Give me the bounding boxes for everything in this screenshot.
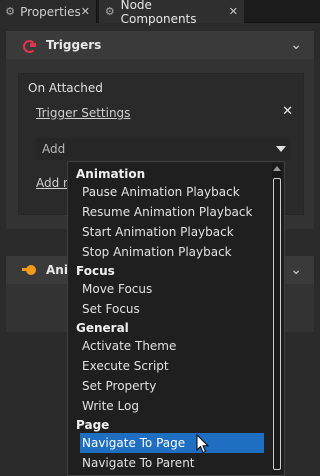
gear-icon: ⚙: [5, 5, 15, 18]
triggers-icon: [22, 38, 38, 53]
list-item[interactable]: Move Focus: [68, 279, 264, 299]
list-item[interactable]: Write Log: [68, 396, 264, 416]
list-item[interactable]: Pause Animation Playback: [68, 182, 264, 202]
mouse-cursor-icon: [196, 434, 210, 454]
list-item-selected[interactable]: Navigate To Page: [80, 433, 264, 453]
section-title: Triggers: [46, 38, 102, 52]
gear-icon: ⚙: [104, 5, 115, 18]
list-item[interactable]: Execute Script: [68, 356, 264, 376]
tab-properties[interactable]: ⚙ Properties ✕: [0, 0, 97, 23]
trigger-settings-link[interactable]: Trigger Settings: [36, 106, 130, 120]
triggers-header[interactable]: Triggers ⌄: [6, 31, 314, 59]
close-icon[interactable]: ✕: [81, 5, 90, 18]
list-item[interactable]: Navigate To Parent: [68, 453, 264, 473]
scroll-up-icon[interactable]: [273, 166, 281, 171]
close-icon[interactable]: ✕: [229, 5, 238, 18]
chevron-down-icon[interactable]: ⌄: [290, 262, 302, 278]
tab-node-components[interactable]: ⚙ Node Components ✕: [99, 0, 244, 26]
chevron-down-icon[interactable]: ⌄: [290, 37, 302, 53]
tab-label: Properties: [20, 4, 81, 19]
trigger-name: On Attached: [28, 81, 103, 95]
list-item[interactable]: Set Property: [68, 376, 264, 396]
scrollbar-thumb[interactable]: [273, 178, 281, 470]
scrollbar[interactable]: [272, 164, 282, 475]
list-item[interactable]: Stop Animation Playback: [68, 242, 264, 262]
dropdown-arrow-icon[interactable]: [276, 146, 286, 152]
list-item[interactable]: Start Animation Playback: [68, 222, 264, 242]
group-header: Focus: [76, 264, 115, 278]
action-dropdown-list[interactable]: Animation Pause Animation Playback Resum…: [67, 161, 285, 476]
list-item[interactable]: Resume Animation Playback: [68, 202, 264, 222]
group-header: General: [76, 321, 129, 335]
group-header: Page: [76, 418, 110, 432]
tab-label: Node Components: [120, 0, 197, 26]
add-action-dropdown[interactable]: Add: [36, 138, 290, 160]
tab-bar: ⚙ Properties ✕ ⚙ Node Components ✕: [0, 0, 320, 26]
add-label: Add: [42, 142, 66, 156]
close-icon[interactable]: ✕: [282, 104, 293, 119]
animation-icon: [22, 263, 38, 277]
group-header: Animation: [76, 167, 146, 181]
list-item[interactable]: Set Focus: [68, 299, 264, 319]
list-item[interactable]: Activate Theme: [68, 336, 264, 356]
